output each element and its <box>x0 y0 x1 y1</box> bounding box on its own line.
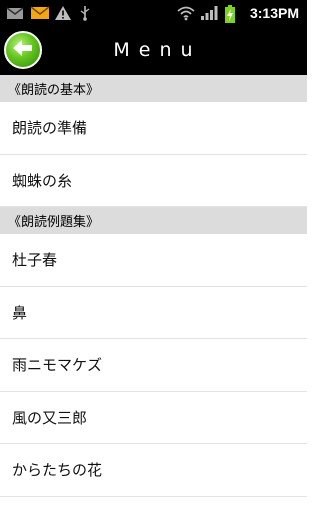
list-item[interactable]: からたちの花 <box>0 444 307 497</box>
list-item[interactable]: 蜘蛛の糸 <box>0 154 307 207</box>
wifi-icon <box>176 5 195 21</box>
section-header-basics: 《朗読の基本》 <box>0 75 307 102</box>
list-item[interactable]: 杜子春 <box>0 234 307 287</box>
status-bar: 3:13PM <box>0 0 307 25</box>
gmail-icon <box>6 5 24 21</box>
back-arrow-icon <box>11 36 35 64</box>
menu-list: 《朗読の基本》 朗読の準備 蜘蛛の糸 《朗読例題集》 杜子春 鼻 雨ニモマケズ … <box>0 75 307 497</box>
section-header-examples: 《朗読例題集》 <box>0 207 307 234</box>
status-bar-right: 3:13PM <box>176 4 307 23</box>
warning-icon <box>54 5 72 21</box>
envelope-icon <box>30 5 50 21</box>
list-item[interactable]: 鼻 <box>0 286 307 339</box>
status-time: 3:13PM <box>249 4 299 21</box>
back-button[interactable] <box>4 31 42 69</box>
title-bar: Menu <box>0 25 307 75</box>
usb-icon <box>78 5 96 21</box>
list-item[interactable]: 雨ニモマケズ <box>0 339 307 392</box>
signal-icon <box>200 5 218 21</box>
status-bar-left <box>0 5 96 21</box>
battery-charging-icon <box>224 4 242 23</box>
list-item[interactable]: 朗読の準備 <box>0 102 307 155</box>
list-item[interactable]: 風の又三郎 <box>0 391 307 444</box>
page-title: Menu <box>113 39 202 61</box>
